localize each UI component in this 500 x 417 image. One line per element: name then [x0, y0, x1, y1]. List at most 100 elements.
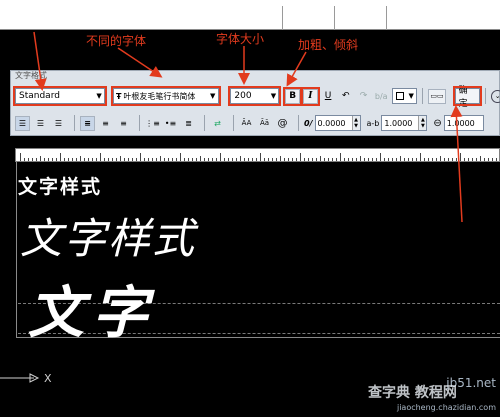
italic-button[interactable]: I	[301, 86, 320, 106]
redo-icon[interactable]: ↷	[356, 89, 371, 104]
ruler-tick	[496, 158, 497, 161]
ruler-tick	[468, 158, 469, 161]
color-select[interactable]: ▼	[391, 88, 418, 104]
lowercase-button[interactable]: Āā	[257, 116, 272, 131]
ruler-tick	[204, 158, 205, 161]
ruler-toggle-icon[interactable]: ▭▭	[428, 88, 446, 104]
ok-button[interactable]: 确定	[452, 86, 483, 109]
align-left-icon[interactable]: ☰	[15, 115, 30, 131]
undo-icon[interactable]: ↶	[338, 89, 353, 104]
ruler-tick	[236, 158, 237, 161]
ruler-tick	[108, 158, 109, 161]
bulleted-list-icon[interactable]: •≡	[163, 116, 178, 131]
ruler-tick	[76, 158, 77, 161]
font-select[interactable]: Ŧ 叶根友毛笔行书简体 ▼	[110, 86, 221, 106]
ruler-tick	[420, 153, 421, 161]
ruler-tick	[364, 158, 365, 161]
ruler-tick	[112, 158, 113, 161]
ruler-tick	[20, 153, 21, 161]
toolbar-row-1: Standard ▼ Ŧ 叶根友毛笔行书简体 ▼ 200 ▼ B I U ↶ ↷…	[12, 85, 500, 109]
sample-text-bold-italic: 文字	[28, 280, 156, 346]
ruler-tick	[268, 158, 269, 161]
bold-button[interactable]: B	[283, 86, 302, 106]
ruler-tick	[300, 153, 301, 161]
ruler-tick	[80, 156, 81, 161]
ruler-tick	[408, 158, 409, 161]
align-center-icon[interactable]: ☰	[33, 116, 48, 131]
stack-icon[interactable]: b/a	[374, 89, 389, 104]
ruler-tick	[216, 158, 217, 161]
numbered-list-icon[interactable]: ⋮≡	[145, 116, 160, 131]
symbol-button[interactable]: @	[275, 116, 290, 131]
ruler-tick	[224, 158, 225, 161]
ruler-tick	[396, 158, 397, 161]
chevron-down-icon: ▼	[270, 92, 277, 100]
ruler-tick	[176, 158, 177, 161]
ruler-tick	[252, 158, 253, 161]
ruler-tick	[256, 158, 257, 161]
ruler-tick	[212, 158, 213, 161]
ruler-tick	[372, 158, 373, 161]
font-size-select[interactable]: 200 ▼	[228, 86, 282, 106]
tracking-input[interactable]: 1.0000 ▲ ▼	[381, 115, 428, 131]
ruler-tick	[380, 153, 381, 161]
ruler-tick	[56, 158, 57, 161]
ruler-tick	[32, 158, 33, 161]
ruler-tick	[136, 158, 137, 161]
underline-button[interactable]: U	[321, 89, 336, 104]
ruler-tick	[308, 158, 309, 161]
ruler-tick	[492, 158, 493, 161]
ruler-tick	[464, 158, 465, 161]
toolbar-separator	[233, 115, 234, 131]
align-middle-icon[interactable]: ≡	[98, 116, 113, 131]
ruler-tick	[28, 158, 29, 161]
ruler-tick	[316, 158, 317, 161]
ruler-tick	[168, 158, 169, 161]
ruler-tick	[156, 158, 157, 161]
spinner-icon[interactable]: ▲ ▼	[351, 116, 360, 130]
text-ruler[interactable]	[15, 148, 500, 162]
ruler-tick	[208, 158, 209, 161]
tracking-icon: a-b	[366, 118, 380, 128]
uppercase-button[interactable]: ĀA	[239, 116, 254, 131]
ruler-tick	[148, 158, 149, 161]
align-top-icon[interactable]: ≡	[80, 115, 95, 131]
ruler-tick	[284, 158, 285, 161]
align-right-icon[interactable]: ☰	[51, 116, 66, 131]
ruler-tick	[276, 158, 277, 161]
truetype-icon: Ŧ	[115, 91, 122, 101]
annotation-size: 字体大小	[216, 32, 265, 46]
ruler-tick	[48, 158, 49, 161]
ruler-tick	[292, 158, 293, 161]
lettered-list-icon[interactable]: ≣	[181, 116, 196, 131]
insert-field-icon[interactable]: ⇄	[210, 116, 225, 131]
ruler-tick	[244, 158, 245, 161]
ruler-tick	[128, 158, 129, 161]
watermark-url: jiaocheng.chazidian.com	[396, 403, 496, 412]
axis-x-label: X	[44, 372, 52, 385]
ruler-tick	[404, 158, 405, 161]
style-select[interactable]: Standard ▼	[12, 86, 108, 106]
chevron-down-icon: ▼	[408, 92, 414, 100]
width-factor-icon: ⊖	[433, 117, 442, 129]
toolbar-title: 文字格式	[15, 71, 47, 80]
ruler-tick	[304, 158, 305, 161]
watermark-cn: 查字典 教程网	[368, 385, 457, 401]
spinner-icon[interactable]: ▲ ▼	[418, 116, 427, 130]
ruler-tick	[440, 156, 441, 161]
font-select-value: 叶根友毛笔行书简体	[123, 91, 196, 101]
width-factor-input[interactable]: 1.0000	[443, 115, 484, 131]
ruler-tick	[160, 156, 161, 161]
options-icon[interactable]: ⌄	[491, 89, 500, 103]
ruler-tick	[388, 158, 389, 161]
ruler-tick	[104, 158, 105, 161]
ruler-tick	[132, 158, 133, 161]
ruler-tick	[140, 153, 141, 161]
ruler-tick	[240, 156, 241, 161]
ruler-tick	[476, 158, 477, 161]
toolbar-separator	[74, 115, 75, 131]
toolbar-separator	[485, 88, 487, 104]
align-bottom-icon[interactable]: ≡	[116, 116, 131, 131]
oblique-angle-input[interactable]: 0.0000 ▲ ▼	[314, 115, 361, 131]
ruler-tick	[248, 158, 249, 161]
